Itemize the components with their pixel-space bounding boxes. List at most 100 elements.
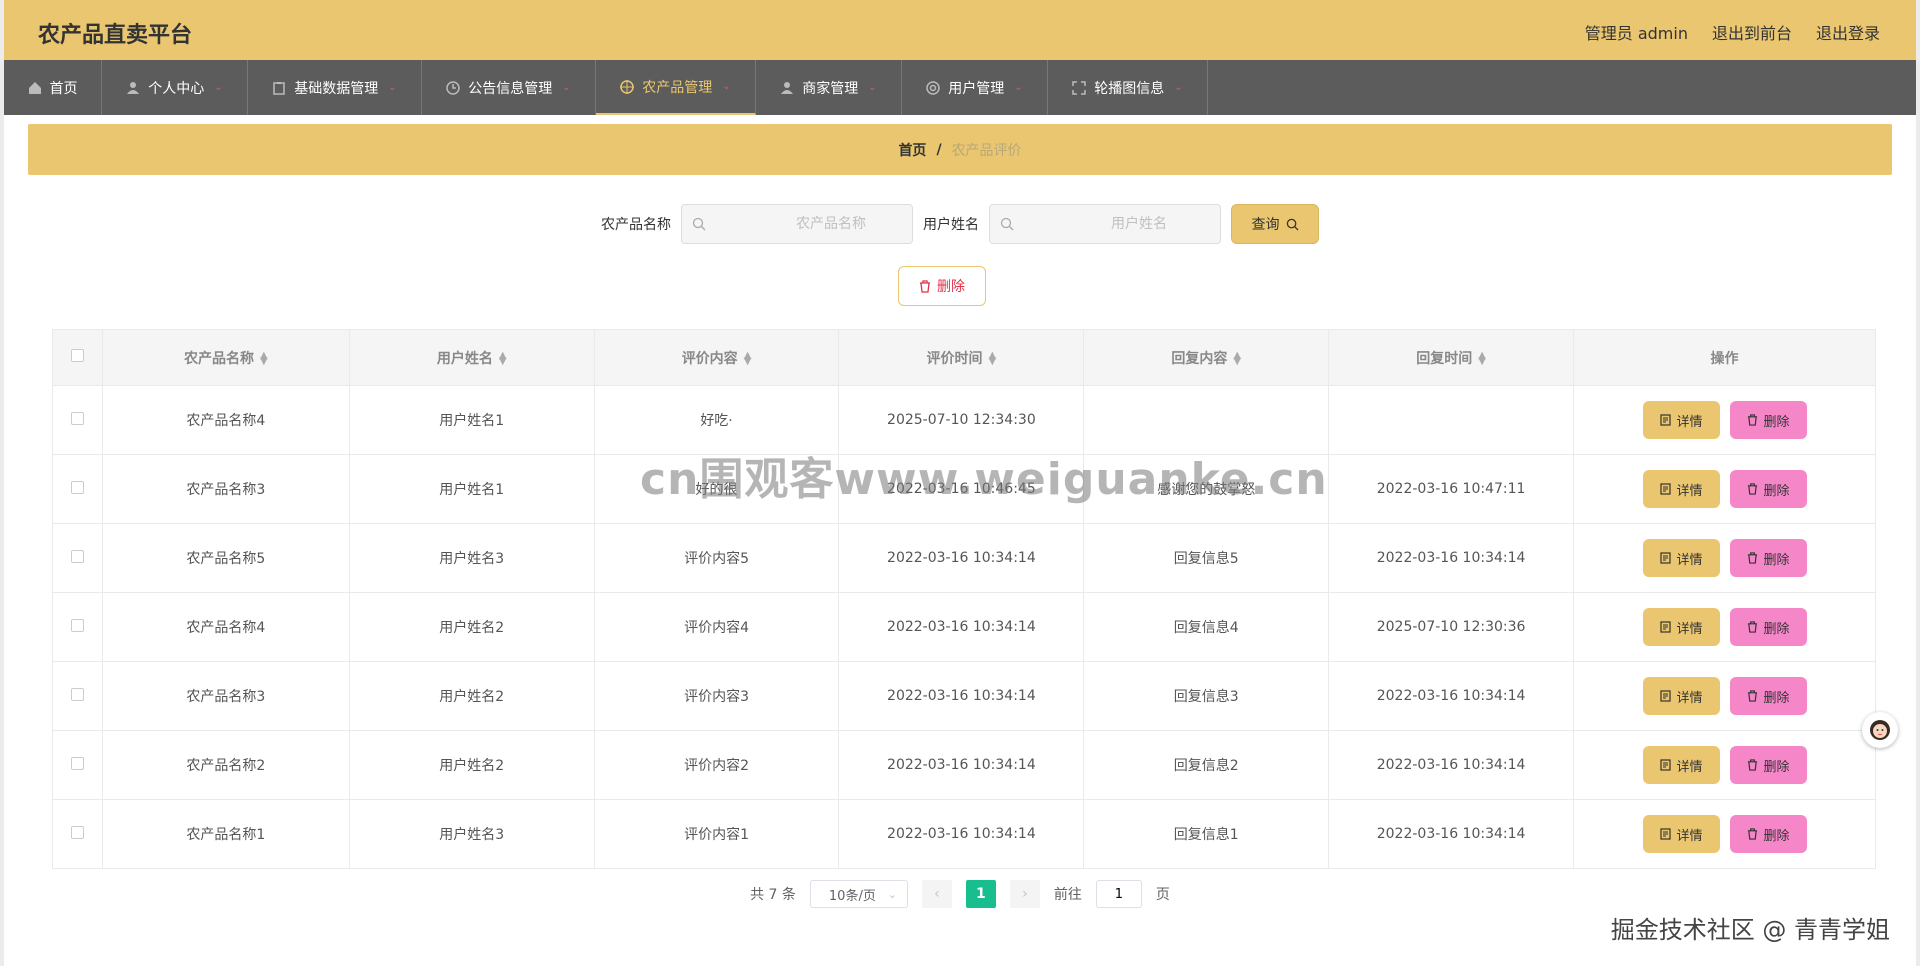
page-number-current[interactable]: 1 <box>965 880 996 908</box>
column-header-time[interactable]: 评价时间 ▲ ▼ <box>838 329 1085 386</box>
back-to-front-link[interactable]: 退出到前台 <box>1712 20 1792 44</box>
row-delete-button[interactable]: 删除 <box>1729 401 1807 439</box>
column-header-content[interactable]: 评价内容 ▲ ▼ <box>593 329 840 386</box>
row-select-cell <box>52 385 103 455</box>
column-label: 回复时间 <box>1416 350 1473 367</box>
column-header-reply-time[interactable]: 回复时间 ▲ ▼ <box>1328 329 1575 386</box>
table-header-row: 农产品名称 ▲ ▼ 用户姓名 ▲ ▼ 评价内容 ▲ ▼ 评价时间 ▲ ▼ 回复内容 ▲ ▼ 回复时间… <box>52 329 1876 386</box>
row-select-cell <box>52 523 103 593</box>
cell-time: 2022-03-16 10:34:14 <box>838 661 1085 731</box>
goto-label: 前往 <box>1053 887 1082 903</box>
row-checkbox[interactable] <box>70 825 84 839</box>
document-icon <box>1659 483 1671 495</box>
cell-reply <box>1083 385 1330 455</box>
home-icon <box>28 81 42 95</box>
sort-icon[interactable]: ▲ ▼ <box>1478 350 1486 366</box>
search-icon <box>1286 218 1299 231</box>
pagination: 共 7 条 10条/页 ⌄ ‹ 1 › 前往 页 <box>28 880 1892 908</box>
select-all-cell <box>52 329 103 386</box>
nav-item-announcements[interactable]: 公告信息管理 ⌄ <box>422 60 596 115</box>
cell-reply: 回复信息2 <box>1083 730 1330 800</box>
detail-label: 详情 <box>1676 690 1703 706</box>
row-checkbox[interactable] <box>70 756 84 770</box>
detail-button[interactable]: 详情 <box>1642 608 1720 646</box>
delete-label: 删除 <box>1763 759 1790 775</box>
nav-item-personal-center[interactable]: 个人中心 ⌄ <box>102 60 248 115</box>
cell-content: 评价内容1 <box>593 799 840 869</box>
cell-content: 好的很 <box>593 454 840 524</box>
detail-label: 详情 <box>1676 552 1703 568</box>
sort-icon[interactable]: ▲ ▼ <box>1233 350 1241 366</box>
sort-icon[interactable]: ▲ ▼ <box>260 350 268 366</box>
row-checkbox[interactable] <box>70 687 84 701</box>
cell-product: 农产品名称3 <box>101 661 350 731</box>
row-select-cell <box>52 799 103 869</box>
row-checkbox[interactable] <box>70 411 84 425</box>
floating-assistant-avatar[interactable] <box>1862 712 1898 748</box>
user-name-input[interactable] <box>1064 216 1214 232</box>
next-page-button[interactable]: › <box>1009 880 1040 908</box>
detail-button[interactable]: 详情 <box>1642 746 1720 784</box>
row-delete-button[interactable]: 删除 <box>1729 677 1807 715</box>
breadcrumb-current: 农产品评价 <box>951 142 1022 159</box>
sort-icon[interactable]: ▲ ▼ <box>499 350 507 366</box>
circle-icon <box>926 80 941 95</box>
detail-button[interactable]: 详情 <box>1642 539 1720 577</box>
row-checkbox[interactable] <box>70 618 84 632</box>
nav-item-merchants[interactable]: 商家管理 ⌄ <box>756 60 902 115</box>
row-delete-button[interactable]: 删除 <box>1729 608 1807 646</box>
column-label: 操作 <box>1710 350 1739 367</box>
sort-icon[interactable]: ▲ ▼ <box>744 350 752 366</box>
cell-actions: 详情 删除 <box>1573 454 1876 524</box>
page-size-select[interactable]: 10条/页 ⌄ <box>809 880 908 908</box>
chevron-down-icon: ⌄ <box>388 82 397 93</box>
batch-delete-label: 删除 <box>937 279 965 295</box>
sort-icon[interactable]: ▲ ▼ <box>989 350 997 366</box>
product-name-label: 农产品名称 <box>601 217 671 233</box>
row-checkbox[interactable] <box>70 480 84 494</box>
nav-label: 农产品管理 <box>642 79 713 96</box>
detail-label: 详情 <box>1676 414 1703 430</box>
nav-item-products[interactable]: 农产品管理 ⌄ <box>596 60 756 115</box>
detail-button[interactable]: 详情 <box>1642 677 1720 715</box>
row-delete-button[interactable]: 删除 <box>1729 539 1807 577</box>
chevron-down-icon: ⌄ <box>562 82 571 93</box>
breadcrumb-home[interactable]: 首页 <box>898 140 926 160</box>
query-button[interactable]: 查询 <box>1231 204 1319 244</box>
app-window: 农产品直卖平台 管理员 admin 退出到前台 退出登录 首页 个人中心 ⌄ 基… <box>4 0 1916 966</box>
row-delete-button[interactable]: 删除 <box>1729 746 1807 784</box>
prev-page-button[interactable]: ‹ <box>921 880 952 908</box>
row-checkbox[interactable] <box>70 549 84 563</box>
document-icon <box>1659 621 1671 633</box>
cell-reply: 回复信息1 <box>1083 799 1330 869</box>
nav-item-home[interactable]: 首页 <box>4 60 102 115</box>
detail-button[interactable]: 详情 <box>1642 815 1720 853</box>
row-select-cell <box>52 454 103 524</box>
target-icon <box>620 79 635 94</box>
column-header-product[interactable]: 农产品名称 ▲ ▼ <box>101 329 350 386</box>
chevron-down-icon: ⌄ <box>1014 82 1023 93</box>
breadcrumb-separator: / <box>936 141 942 158</box>
user-name-field[interactable] <box>989 204 1221 244</box>
search-icon <box>1000 217 1014 231</box>
column-header-user[interactable]: 用户姓名 ▲ ▼ <box>348 329 595 386</box>
goto-page-input[interactable] <box>1095 880 1142 908</box>
delete-label: 删除 <box>1763 483 1790 499</box>
cell-user: 用户姓名2 <box>348 592 595 662</box>
select-all-checkbox[interactable] <box>70 349 84 362</box>
product-name-input[interactable] <box>756 216 906 232</box>
document-icon <box>1659 828 1671 840</box>
batch-delete-button[interactable]: 删除 <box>898 266 986 306</box>
nav-item-users[interactable]: 用户管理 ⌄ <box>902 60 1048 115</box>
product-name-field[interactable] <box>681 204 913 244</box>
nav-item-carousel[interactable]: 轮播图信息 ⌄ <box>1048 60 1208 115</box>
row-delete-button[interactable]: 删除 <box>1729 815 1807 853</box>
logout-link[interactable]: 退出登录 <box>1816 20 1880 44</box>
column-header-reply[interactable]: 回复内容 ▲ ▼ <box>1083 329 1330 386</box>
nav-item-basic-data[interactable]: 基础数据管理 ⌄ <box>248 60 422 115</box>
detail-button[interactable]: 详情 <box>1642 401 1720 439</box>
detail-button[interactable]: 详情 <box>1642 470 1720 508</box>
table-row: 农产品名称3 用户姓名2 评价内容3 2022-03-16 10:34:14 回… <box>52 661 1876 731</box>
row-delete-button[interactable]: 删除 <box>1729 470 1807 508</box>
admin-label[interactable]: 管理员 admin <box>1585 20 1688 44</box>
